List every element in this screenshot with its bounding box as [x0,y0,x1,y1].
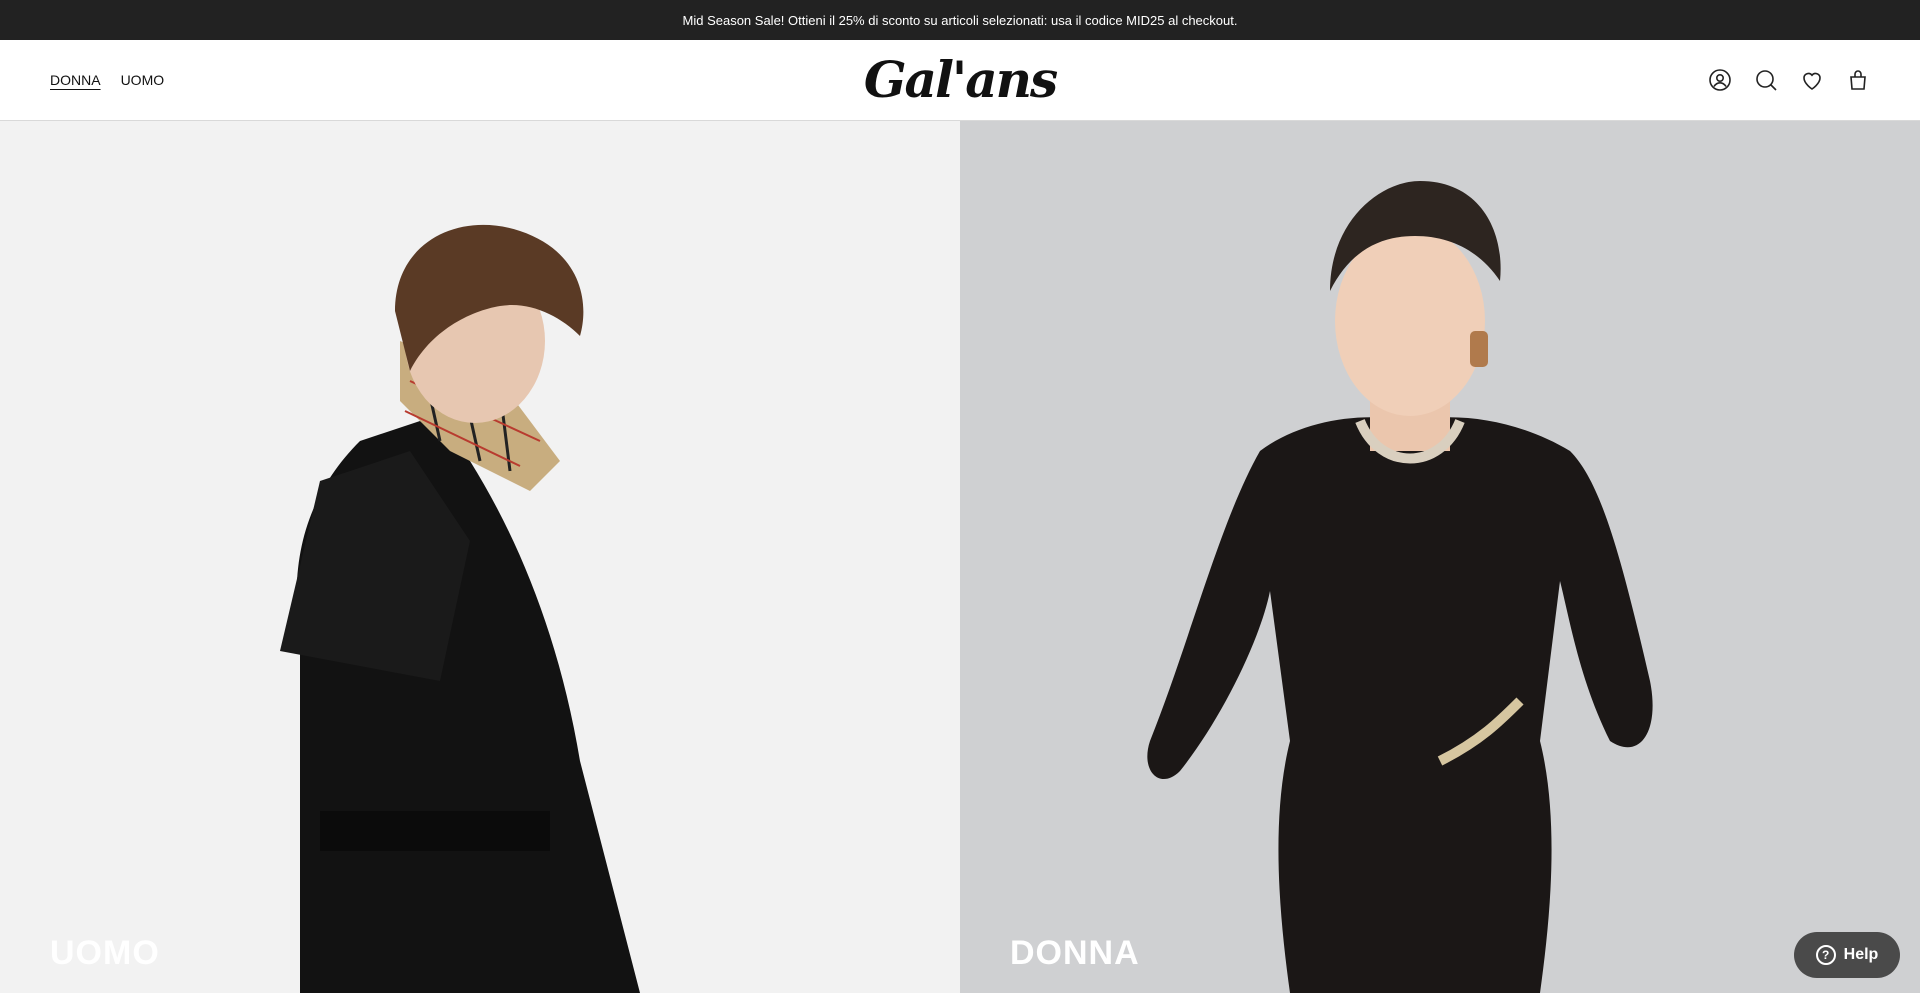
hero-image-man-trench-coat [280,224,640,993]
brand-logo[interactable]: Gal'ans [863,50,1058,110]
cart-bag-icon[interactable] [1846,68,1870,92]
hero-split: UOMO DONNA [0,121,1920,993]
help-button[interactable]: ? Help [1794,932,1900,978]
header-icons [1708,40,1870,120]
hero-panel-uomo[interactable]: UOMO [0,121,960,993]
search-icon[interactable] [1754,68,1778,92]
site-header: DONNA UOMO Gal'ans [0,40,1920,121]
help-button-label: Help [1843,946,1879,963]
hero-panel-donna[interactable]: DONNA [960,121,1920,993]
help-question-icon: ? [1815,945,1836,965]
announcement-text: Mid Season Sale! Ottieni il 25% di scont… [682,12,1238,28]
hero-label-donna[interactable]: DONNA [1010,934,1140,973]
account-icon[interactable] [1708,68,1732,92]
hero-label-uomo[interactable]: UOMO [50,934,160,973]
nav-link-uomo[interactable]: UOMO [121,72,165,88]
main-nav: DONNA UOMO [50,40,164,120]
logo-text: Gal'ans [863,50,1058,109]
nav-link-donna[interactable]: DONNA [50,72,101,88]
wishlist-heart-icon[interactable] [1800,68,1824,92]
announcement-bar: Mid Season Sale! Ottieni il 25% di scont… [0,0,1920,40]
hero-image-woman-velvet-dress [1147,181,1653,993]
